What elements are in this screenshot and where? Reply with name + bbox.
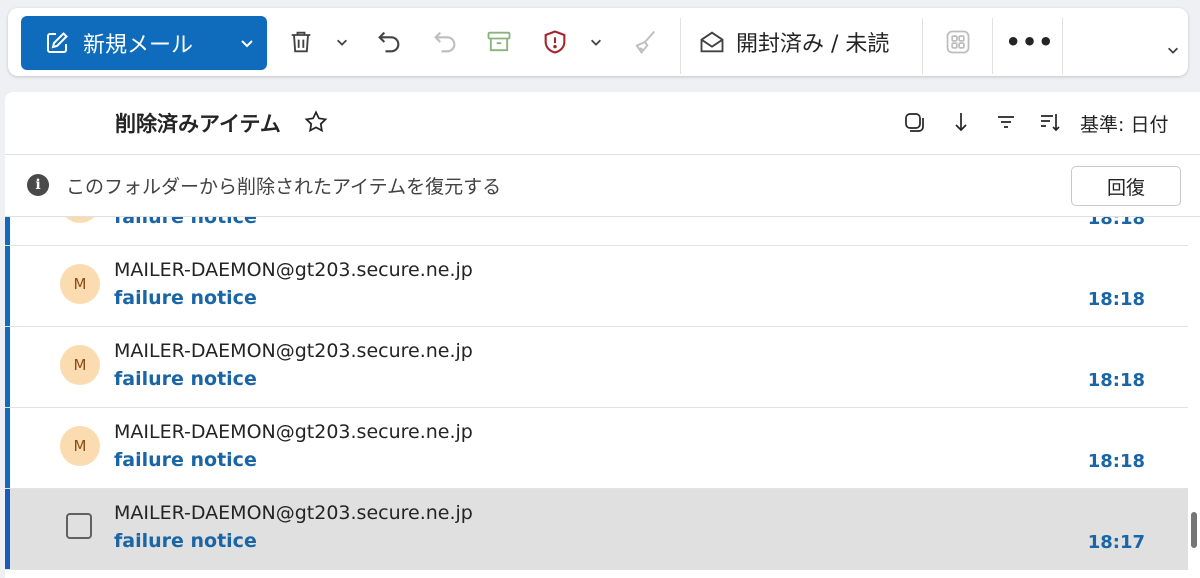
- message-subject: failure notice: [114, 530, 257, 552]
- filter-icon: [998, 116, 1014, 128]
- sweep-button[interactable]: [628, 25, 662, 59]
- apps-button[interactable]: [941, 25, 975, 59]
- new-mail-dropdown[interactable]: [227, 16, 267, 70]
- toolbar-divider: [680, 18, 681, 74]
- restore-button[interactable]: 回復: [1071, 166, 1181, 206]
- sweep-icon: [635, 30, 656, 55]
- avatar[interactable]: M: [60, 345, 100, 385]
- message-time: 18:18: [1087, 289, 1145, 310]
- undo-all-icon: [434, 31, 456, 53]
- mark-read-unread-label: 開封済み / 未読: [736, 32, 890, 57]
- avatar[interactable]: M: [60, 264, 100, 304]
- message-subject: failure notice: [114, 449, 257, 471]
- toolbar-divider: [1062, 18, 1063, 74]
- message-time: 18:17: [1087, 532, 1145, 553]
- new-mail-button[interactable]: 新規メール: [21, 16, 267, 70]
- unread-indicator: [5, 246, 10, 326]
- toolbar-divider: [992, 18, 993, 74]
- chevron-down-icon: [241, 40, 253, 48]
- jump-button[interactable]: [947, 109, 973, 135]
- restore-info-bar: i このフォルダーから削除されたアイテムを復元する 回復: [5, 155, 1200, 217]
- apps-grid-icon: [946, 30, 970, 54]
- arrow-down-icon: [955, 113, 967, 132]
- undo-button[interactable]: [372, 25, 406, 59]
- restore-info-text: このフォルダーから削除されたアイテムを復元する: [66, 176, 502, 198]
- info-icon: i: [27, 174, 49, 196]
- message-sender: MAILER-DAEMON@gt203.secure.ne.jp: [114, 259, 473, 281]
- undo-icon: [378, 31, 400, 53]
- sort-label[interactable]: 基準: 日付: [1080, 110, 1168, 137]
- unread-indicator: [5, 217, 10, 245]
- message-subject: failure notice: [114, 217, 257, 228]
- message-time: 18:18: [1087, 217, 1145, 229]
- toolbar-divider: [922, 18, 923, 74]
- chevron-down-icon: [591, 39, 601, 46]
- message-row[interactable]: M MAILER-DAEMON@gt203.secure.ne.jp failu…: [5, 408, 1188, 489]
- shield-icon: [544, 30, 566, 54]
- message-row-selected[interactable]: MAILER-DAEMON@gt203.secure.ne.jp failure…: [5, 489, 1188, 570]
- star-icon[interactable]: [303, 109, 329, 135]
- folder-title: 削除済みアイテム: [115, 112, 281, 136]
- trash-icon: [291, 31, 311, 53]
- select-button[interactable]: [901, 109, 927, 135]
- archive-icon: [487, 31, 511, 52]
- message-subject: failure notice: [114, 287, 257, 309]
- message-time: 18:18: [1087, 370, 1145, 391]
- chevron-down-icon: [1168, 47, 1178, 54]
- message-list-pane: 削除済みアイテム 基準: 日付 i このフォルダーから削除されたアイテムを復元す…: [5, 92, 1200, 578]
- redo-button[interactable]: [428, 25, 462, 59]
- mark-read-unread-button[interactable]: 開封済み / 未読: [698, 20, 889, 64]
- message-sender: MAILER-DAEMON@gt203.secure.ne.jp: [114, 502, 473, 524]
- new-mail-label: 新規メール: [83, 33, 194, 58]
- chevron-down-icon: [337, 39, 347, 46]
- delete-dropdown[interactable]: [332, 32, 352, 52]
- filter-button[interactable]: [993, 109, 1019, 135]
- message-row[interactable]: M MAILER-DAEMON@gt203.secure.ne.jp failu…: [5, 327, 1188, 408]
- archive-button[interactable]: [482, 25, 516, 59]
- report-dropdown[interactable]: [586, 32, 606, 52]
- message-sender: MAILER-DAEMON@gt203.secure.ne.jp: [114, 340, 473, 362]
- more-options-button[interactable]: •••: [1005, 25, 1053, 59]
- sort-button[interactable]: [1037, 109, 1063, 135]
- message-row[interactable]: M failure notice 18:18: [5, 217, 1188, 246]
- select-icon: [905, 113, 924, 132]
- message-time: 18:18: [1087, 451, 1145, 472]
- compose-icon: [47, 32, 68, 53]
- message-row[interactable]: M MAILER-DAEMON@gt203.secure.ne.jp failu…: [5, 246, 1188, 327]
- message-subject: failure notice: [114, 368, 257, 390]
- message-sender: MAILER-DAEMON@gt203.secure.ne.jp: [114, 421, 473, 443]
- envelope-open-icon: [700, 31, 724, 53]
- expand-ribbon-button[interactable]: [1163, 40, 1183, 60]
- message-list-scrollbar[interactable]: [1188, 217, 1200, 578]
- unread-indicator: [5, 408, 10, 488]
- report-button[interactable]: [538, 25, 572, 59]
- message-select-checkbox[interactable]: [66, 513, 92, 539]
- new-mail-main[interactable]: 新規メール: [21, 16, 231, 70]
- delete-button[interactable]: [284, 25, 318, 59]
- command-toolbar: 新規メール 開封済み / 未読 •••: [8, 8, 1188, 76]
- unread-indicator: [5, 489, 10, 569]
- unread-indicator: [5, 327, 10, 407]
- avatar[interactable]: M: [60, 217, 100, 223]
- sort-icon: [1041, 114, 1060, 132]
- scrollbar-thumb[interactable]: [1191, 512, 1197, 548]
- message-list: M failure notice 18:18 M MAILER-DAEMON@g…: [5, 217, 1200, 578]
- avatar[interactable]: M: [60, 426, 100, 466]
- folder-header: 削除済みアイテム 基準: 日付: [5, 92, 1200, 155]
